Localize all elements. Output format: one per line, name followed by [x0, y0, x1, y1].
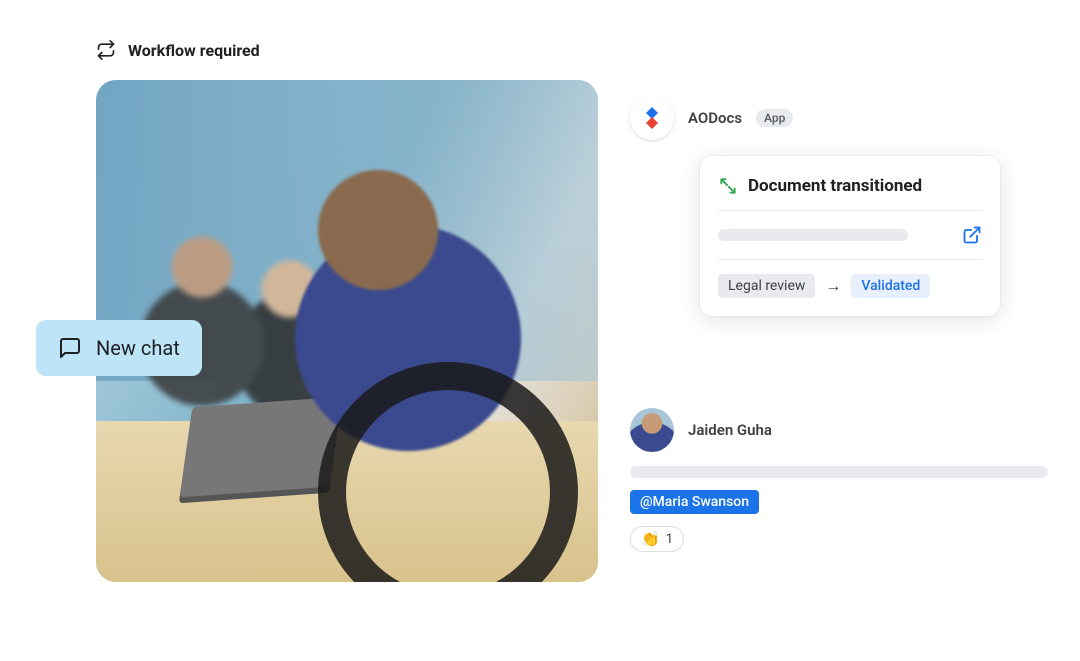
- repeat-icon: [96, 40, 116, 60]
- status-to-tag: Validated: [851, 274, 930, 298]
- transition-icon: [718, 176, 738, 196]
- open-external-icon[interactable]: [962, 225, 982, 245]
- document-link-row: [718, 225, 982, 245]
- app-logo-icon: [630, 96, 674, 140]
- divider: [718, 210, 982, 211]
- message-text-placeholder: [630, 466, 1048, 478]
- message-user-name: Jaiden Guha: [688, 421, 772, 439]
- message-header: Jaiden Guha: [630, 408, 1050, 452]
- app-name: AODocs: [688, 109, 742, 127]
- app-header: AODocs App: [630, 96, 793, 140]
- status-from-tag: Legal review: [718, 274, 815, 298]
- new-chat-label: New chat: [96, 336, 180, 360]
- app-badge: App: [756, 109, 793, 127]
- reaction-count: 1: [666, 532, 673, 547]
- document-card: Document transitioned Legal review → Val…: [700, 156, 1000, 316]
- document-name-placeholder: [718, 229, 908, 241]
- divider: [718, 259, 982, 260]
- document-card-title: Document transitioned: [748, 176, 922, 196]
- status-tags-row: Legal review → Validated: [718, 274, 982, 298]
- message-block: Jaiden Guha @Maria Swanson 👏 1: [630, 408, 1050, 552]
- message-body: @Maria Swanson 👏 1: [630, 466, 1050, 552]
- reaction-chip[interactable]: 👏 1: [630, 526, 684, 552]
- clap-emoji-icon: 👏: [641, 530, 660, 548]
- mention-chip[interactable]: @Maria Swanson: [630, 490, 759, 514]
- new-chat-button[interactable]: New chat: [36, 320, 202, 376]
- workflow-header-label: Workflow required: [128, 41, 260, 60]
- workflow-header: Workflow required: [96, 40, 260, 60]
- document-card-title-row: Document transitioned: [718, 176, 982, 210]
- chat-icon: [58, 336, 82, 360]
- avatar: [630, 408, 674, 452]
- arrow-right-icon: →: [825, 276, 841, 296]
